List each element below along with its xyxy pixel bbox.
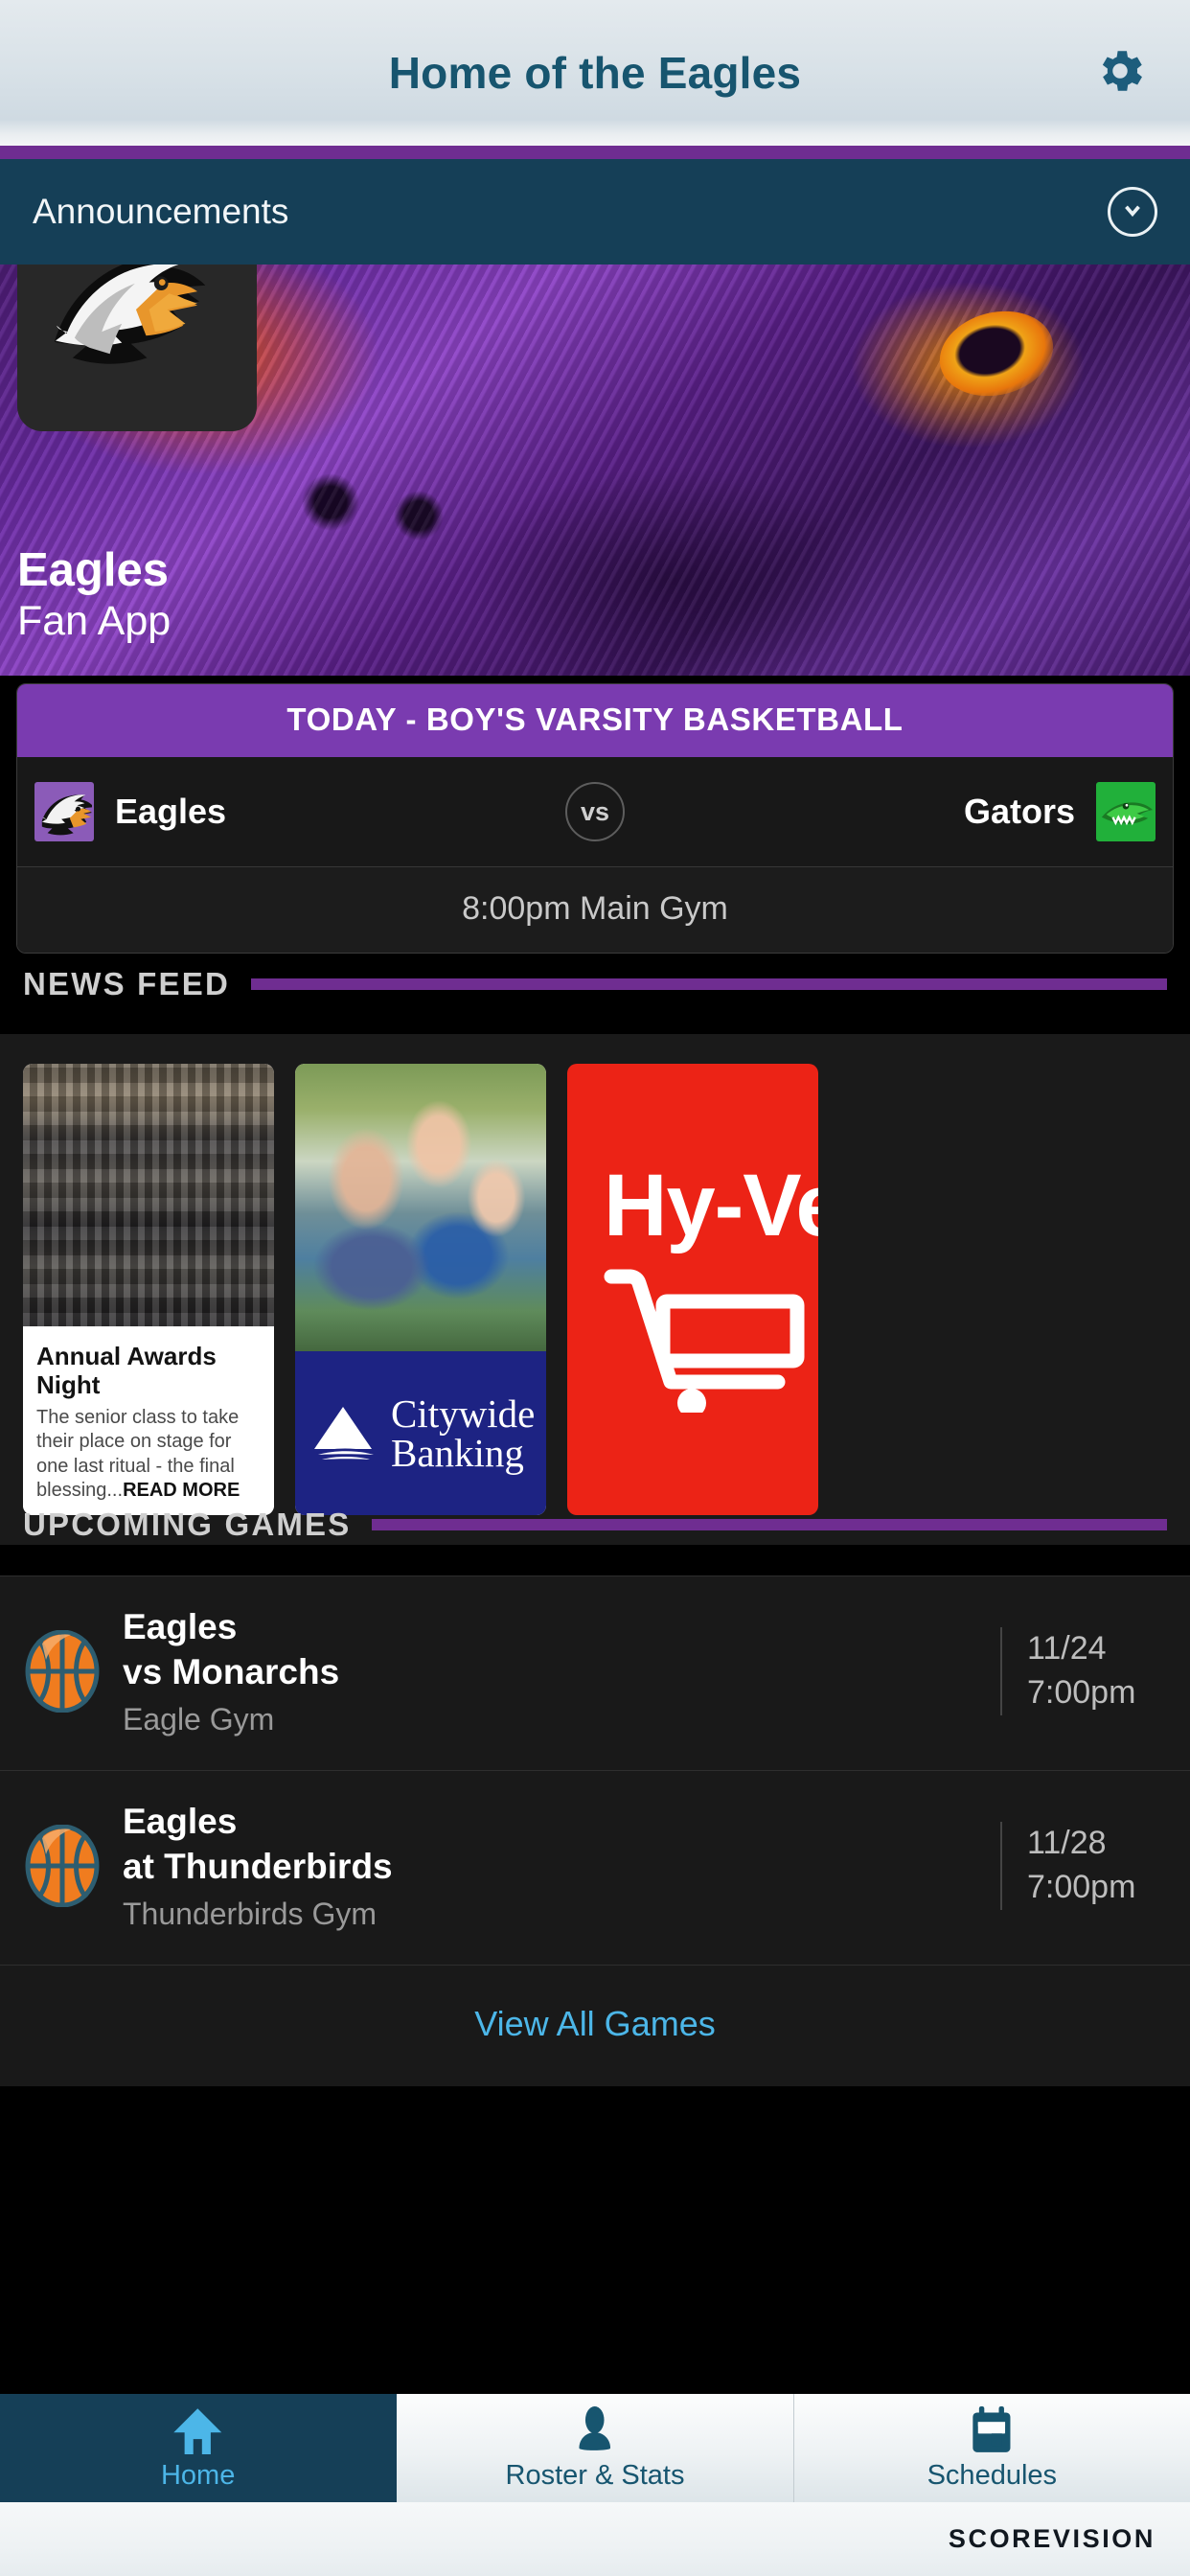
gear-icon (1092, 43, 1148, 104)
nav-label-home: Home (160, 2460, 236, 2491)
table-row[interactable]: Eagles at Thunderbirds Thunderbirds Gym … (0, 1770, 1190, 1966)
news-feed-rule (250, 978, 1167, 990)
game-info: Eagles vs Monarchs Eagle Gym (123, 1605, 983, 1737)
eagles-logo-icon (34, 782, 94, 841)
news-card-ad-citywide[interactable]: Citywide Banking (295, 1064, 546, 1515)
chevron-down-icon (1120, 197, 1145, 227)
nav-item-schedules[interactable]: Schedules (793, 2394, 1190, 2502)
upcoming-games-rule (372, 1519, 1167, 1530)
ad-brand-line2: Banking (391, 1430, 524, 1475)
news-card-ad-hyvee[interactable]: Hy-Vee (567, 1064, 818, 1515)
vs-label: vs (580, 796, 610, 826)
game-date: 11/28 (1027, 1825, 1107, 1862)
news-feed-carousel[interactable]: Annual Awards Night The senior class to … (0, 1034, 1190, 1545)
bottom-navigation: Home Roster & Stats Schedules (0, 2394, 1190, 2502)
today-game-card[interactable]: TODAY - BOY'S VARSITY BASKETBALL Eagles … (16, 683, 1174, 954)
news-feed-section: NEWS FEED Annual Awards Night The senior… (0, 966, 1190, 1545)
team-crest (17, 264, 257, 431)
away-team: Gators (634, 782, 1156, 841)
upcoming-games-section: UPCOMING GAMES Eagles vs Monarchs Eagle … (0, 1506, 1190, 2087)
calendar-icon (969, 2404, 1015, 2454)
home-icon (172, 2404, 224, 2454)
ad-brand-name-hyvee: Hy-Vee (604, 1157, 818, 1255)
home-team-name: Eagles (115, 792, 227, 831)
today-game-headline: TODAY - BOY'S VARSITY BASKETBALL (17, 684, 1173, 757)
news-card-title: Annual Awards Night (36, 1342, 217, 1400)
game-info: Eagles at Thunderbirds Thunderbirds Gym (123, 1800, 983, 1932)
away-team-name: Gators (963, 792, 1075, 831)
nav-label-schedules: Schedules (927, 2460, 1058, 2491)
upcoming-games-header: UPCOMING GAMES (0, 1506, 1190, 1543)
footer-bar: SCOREVISION (0, 2502, 1190, 2576)
page-title: Home of the Eagles (388, 48, 802, 98)
upcoming-games-title: UPCOMING GAMES (23, 1506, 352, 1542)
news-card-article[interactable]: Annual Awards Night The senior class to … (23, 1064, 274, 1515)
game-venue: Thunderbirds Gym (123, 1897, 377, 1932)
game-opponent: at Thunderbirds (123, 1846, 393, 1886)
basketball-icon (23, 1629, 102, 1714)
hero-team-name: Eagles (17, 544, 169, 597)
ad-photo (295, 1064, 546, 1351)
game-venue: Eagle Gym (123, 1702, 275, 1737)
game-time: 7:00pm (1027, 1674, 1136, 1712)
game-time: 7:00pm (1027, 1869, 1136, 1906)
game-team: Eagles (123, 1802, 238, 1842)
news-card-photo (23, 1064, 274, 1327)
game-opponent: vs Monarchs (123, 1651, 340, 1691)
shopping-cart-icon (604, 1259, 805, 1417)
citywide-triangle-logo-icon (309, 1399, 378, 1468)
hero-text-block: Eagles Fan App (17, 544, 171, 645)
settings-button[interactable] (1085, 37, 1156, 108)
nav-item-home[interactable]: Home (0, 2394, 398, 2502)
home-team: Eagles (34, 782, 556, 841)
ad-brand-name: Citywide Banking (391, 1391, 536, 1475)
hero-banner: Eagles Fan App (0, 264, 1190, 676)
game-date: 11/24 (1027, 1630, 1107, 1668)
today-game-matchup: Eagles vs Gators (17, 757, 1173, 866)
brand-label: SCOREVISION (948, 2524, 1156, 2553)
person-icon (574, 2404, 615, 2454)
news-card-read-more[interactable]: READ MORE (123, 1480, 240, 1501)
ad-brand-line1: Citywide (391, 1391, 536, 1436)
upcoming-games-list: Eagles vs Monarchs Eagle Gym 11/24 7:00p… (0, 1576, 1190, 2087)
game-datetime: 11/28 7:00pm (1000, 1822, 1167, 1911)
hero-subtitle: Fan App (17, 597, 172, 644)
announcements-expand-button[interactable] (1108, 187, 1157, 237)
nav-label-roster-stats: Roster & Stats (505, 2460, 685, 2491)
news-card-excerpt: The senior class to take their place on … (36, 1406, 261, 1504)
announcements-bar[interactable]: Announcements (0, 159, 1190, 264)
gators-logo-icon (1096, 782, 1156, 841)
news-card-body: Annual Awards Night The senior class to … (23, 1326, 274, 1515)
game-datetime: 11/24 7:00pm (1000, 1627, 1167, 1715)
eagle-head-logo-icon (36, 264, 238, 415)
header-accent-rule (0, 146, 1190, 159)
vs-badge: vs (565, 782, 625, 841)
app-header: Home of the Eagles (0, 0, 1190, 146)
announcements-label: Announcements (33, 192, 289, 231)
news-feed-header: NEWS FEED (0, 966, 1190, 1002)
today-game-details: 8:00pm Main Gym (17, 866, 1173, 953)
basketball-icon (23, 1824, 102, 1908)
nav-item-roster-stats[interactable]: Roster & Stats (397, 2394, 794, 2502)
news-feed-title: NEWS FEED (23, 966, 230, 1001)
view-all-games-link[interactable]: View All Games (0, 1965, 1190, 2087)
ad-brand-banner: Citywide Banking (295, 1351, 546, 1515)
game-team: Eagles (123, 1607, 238, 1646)
app-screen: Home of the Eagles Announcements Eagles … (0, 0, 1190, 2576)
table-row[interactable]: Eagles vs Monarchs Eagle Gym 11/24 7:00p… (0, 1576, 1190, 1771)
